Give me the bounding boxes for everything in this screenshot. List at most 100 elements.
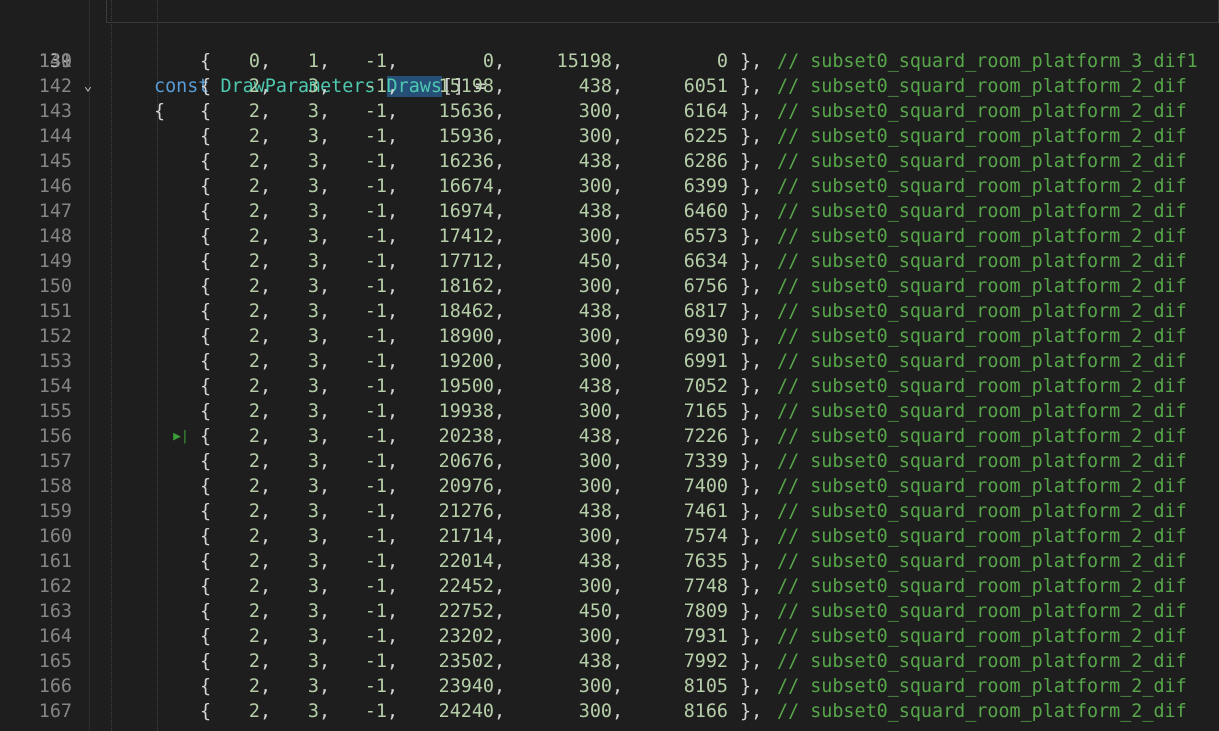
comma: , xyxy=(494,401,506,422)
row-open-brace: { xyxy=(200,326,212,347)
array-value: 3 xyxy=(307,151,319,172)
comma: , xyxy=(260,151,272,172)
array-value: 20676 xyxy=(438,451,494,472)
code-line[interactable]: 165{2, 3, -1, 23502, 438, 7992},// subset0_sq… xyxy=(0,649,1219,674)
comma: , xyxy=(612,326,624,347)
array-value: 2 xyxy=(248,101,260,122)
array-value: 15198 xyxy=(556,51,612,72)
comma: , xyxy=(387,301,399,322)
code-line[interactable]: 156 ▶|{2, 3, -1, 20238, 438, 7226},// subset0_… xyxy=(0,424,1219,449)
run-to-cursor-icon[interactable]: ▶| xyxy=(172,424,190,449)
row-open-brace: { xyxy=(200,426,212,447)
line-number: 154 xyxy=(38,376,72,397)
code-line[interactable]: 150{2, 3, -1, 18162, 300, 6756},// subset0_sq… xyxy=(0,274,1219,299)
comma: , xyxy=(319,701,331,722)
code-line[interactable]: 139 const DrawParameters Draws[] = xyxy=(0,0,1219,97)
code-line[interactable]: 167{2, 3, -1, 24240, 300, 8166},// subset0_sq… xyxy=(0,699,1219,724)
row-close-brace: }, xyxy=(740,576,763,597)
code-line[interactable]: 154{2, 3, -1, 19500, 438, 7052},// subset0_sq… xyxy=(0,374,1219,399)
code-line[interactable]: 153{2, 3, -1, 19200, 300, 6991},// subset0_sq… xyxy=(0,349,1219,374)
array-value: 6460 xyxy=(683,201,728,222)
array-value: -1 xyxy=(364,451,387,472)
code-line[interactable]: 149{2, 3, -1, 17712, 450, 6634},// subset0_sq… xyxy=(0,249,1219,274)
array-value: -1 xyxy=(364,251,387,272)
code-line[interactable]: 162{2, 3, -1, 22452, 300, 7748},// subset0_sq… xyxy=(0,574,1219,599)
array-value: 16974 xyxy=(438,201,494,222)
comma: , xyxy=(494,201,506,222)
comma: , xyxy=(387,501,399,522)
row-open-brace: { xyxy=(200,526,212,547)
line-number: 159 xyxy=(38,501,72,522)
comma: , xyxy=(319,76,331,97)
code-line[interactable]: 145{2, 3, -1, 16236, 438, 6286},// subset0_sq… xyxy=(0,149,1219,174)
array-value: 0 xyxy=(248,51,260,72)
code-editor[interactable]: 139 const DrawParameters Draws[] = 140 ⌄… xyxy=(0,0,1219,731)
array-value: 18900 xyxy=(438,326,494,347)
comma: , xyxy=(387,51,399,72)
array-value: 300 xyxy=(578,676,612,697)
comma: , xyxy=(260,376,272,397)
comma: , xyxy=(319,301,331,322)
array-value: 23940 xyxy=(438,676,494,697)
comma: , xyxy=(494,151,506,172)
code-line[interactable]: 146{2, 3, -1, 16674, 300, 6399},// subset0_sq… xyxy=(0,174,1219,199)
row-open-brace: { xyxy=(200,676,212,697)
array-value: 7052 xyxy=(683,376,728,397)
line-number: 155 xyxy=(38,401,72,422)
code-line[interactable]: 157{2, 3, -1, 20676, 300, 7339},// subset0_sq… xyxy=(0,449,1219,474)
row-comment: // subset0_squard_room_platform_2_dif xyxy=(777,626,1187,647)
code-line[interactable]: 142{2, 3, -1, 15198, 438, 6051},// subset0_sq… xyxy=(0,74,1219,99)
row-close-brace: }, xyxy=(740,376,763,397)
code-line[interactable]: 151{2, 3, -1, 18462, 438, 6817},// subset0_sq… xyxy=(0,299,1219,324)
code-line[interactable]: 148{2, 3, -1, 17412, 300, 6573},// subset0_sq… xyxy=(0,224,1219,249)
code-line[interactable]: 166{2, 3, -1, 23940, 300, 8105},// subset0_sq… xyxy=(0,674,1219,699)
code-line[interactable]: 163{2, 3, -1, 22752, 450, 7809},// subset0_sq… xyxy=(0,599,1219,624)
comma: , xyxy=(494,301,506,322)
row-close-brace: }, xyxy=(740,601,763,622)
array-value: 300 xyxy=(578,576,612,597)
array-value: 2 xyxy=(248,126,260,147)
code-line[interactable]: 158{2, 3, -1, 20976, 300, 7400},// subset0_sq… xyxy=(0,474,1219,499)
code-line[interactable]: 161{2, 3, -1, 22014, 438, 7635},// subset0_sq… xyxy=(0,549,1219,574)
array-value: 7400 xyxy=(683,476,728,497)
array-value: 2 xyxy=(248,201,260,222)
code-line[interactable]: 152{2, 3, -1, 18900, 300, 6930},// subset0_sq… xyxy=(0,324,1219,349)
line-number: 141 xyxy=(38,51,72,72)
code-line[interactable]: 164{2, 3, -1, 23202, 300, 7931},// subset0_sq… xyxy=(0,624,1219,649)
row-comment: // subset0_squard_room_platform_2_dif xyxy=(777,501,1187,522)
row-comment: // subset0_squard_room_platform_2_dif xyxy=(777,101,1187,122)
array-value: 3 xyxy=(307,76,319,97)
code-line[interactable]: 147{2, 3, -1, 16974, 438, 6460},// subset0_sq… xyxy=(0,199,1219,224)
code-line[interactable]: 143{2, 3, -1, 15636, 300, 6164},// subset0_sq… xyxy=(0,99,1219,124)
code-line[interactable]: 144{2, 3, -1, 15936, 300, 6225},// subset0_sq… xyxy=(0,124,1219,149)
code-line[interactable]: 140 ⌄ { xyxy=(0,24,1219,122)
comma: , xyxy=(260,301,272,322)
array-value: -1 xyxy=(364,326,387,347)
code-line[interactable]: 160{2, 3, -1, 21714, 300, 7574},// subset0_sq… xyxy=(0,524,1219,549)
array-value: -1 xyxy=(364,201,387,222)
comma: , xyxy=(387,576,399,597)
comma: , xyxy=(260,476,272,497)
array-value: 2 xyxy=(248,401,260,422)
array-value: 2 xyxy=(248,701,260,722)
code-line[interactable]: 141{0, 1, -1, 0, 15198, 0},// subset0_squard_… xyxy=(0,49,1219,74)
array-value: 7226 xyxy=(683,426,728,447)
comma: , xyxy=(612,201,624,222)
row-open-brace: { xyxy=(200,276,212,297)
comma: , xyxy=(612,576,624,597)
code-line[interactable]: 155{2, 3, -1, 19938, 300, 7165},// subset0_sq… xyxy=(0,399,1219,424)
row-comment: // subset0_squard_room_platform_2_dif xyxy=(777,76,1187,97)
array-value: 300 xyxy=(578,701,612,722)
array-value: 3 xyxy=(307,576,319,597)
array-value: 0 xyxy=(716,51,728,72)
comma: , xyxy=(494,451,506,472)
row-close-brace: }, xyxy=(740,76,763,97)
code-line[interactable]: 159{2, 3, -1, 21276, 438, 7461},// subset0_sq… xyxy=(0,499,1219,524)
array-value: -1 xyxy=(364,701,387,722)
line-number: 157 xyxy=(38,451,72,472)
comma: , xyxy=(319,201,331,222)
comma: , xyxy=(260,626,272,647)
comma: , xyxy=(612,626,624,647)
comma: , xyxy=(319,401,331,422)
row-open-brace: { xyxy=(200,501,212,522)
